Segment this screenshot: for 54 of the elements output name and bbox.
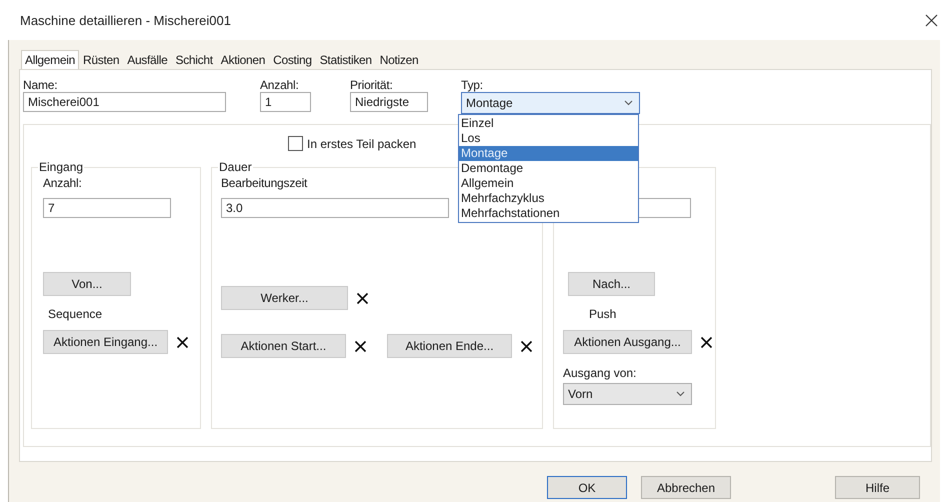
field-label: Name: — [23, 78, 58, 92]
tab[interactable]: Allgemein — [21, 50, 79, 69]
chevron-icon — [676, 391, 685, 397]
tab[interactable]: Statistiken — [316, 50, 376, 69]
field-label: Anzahl: — [260, 78, 299, 92]
field-label: Typ: — [461, 78, 483, 92]
dialog-button[interactable]: Abbrechen — [641, 476, 731, 499]
tab[interactable]: Ausfälle — [123, 50, 172, 69]
dropdown-option[interactable]: Mehrfachstationen — [459, 206, 638, 221]
dropdown-option[interactable]: Los — [459, 131, 638, 146]
from-button[interactable]: Von... — [43, 272, 131, 296]
dialog-button[interactable]: OK — [547, 476, 627, 499]
actions-button[interactable]: Aktionen Eingang... — [43, 330, 168, 354]
cross-icon[interactable] — [354, 340, 367, 352]
field-label: Priorität: — [350, 78, 393, 92]
tab[interactable]: Rüsten — [79, 50, 124, 69]
tab[interactable]: Notizen — [376, 50, 422, 69]
field-label: Bearbeitungszeit — [221, 176, 308, 190]
name-field[interactable]: Mischerei001 — [23, 92, 226, 112]
dropdown-option[interactable]: Demontage — [459, 161, 638, 176]
worker-button[interactable]: Werker... — [221, 286, 348, 310]
mode-label: Push — [589, 307, 616, 321]
cross-icon[interactable] — [356, 292, 369, 304]
close-icon[interactable] — [925, 14, 938, 26]
type-dropdown[interactable]: Montage — [461, 92, 640, 114]
to-button[interactable]: Nach... — [568, 272, 655, 296]
tab[interactable]: Aktionen — [216, 50, 270, 69]
field-label: Ausgang von: — [563, 366, 636, 380]
tab[interactable]: Costing — [269, 50, 316, 69]
dropdown-option[interactable]: Allgemein — [459, 176, 638, 191]
dropdown-option[interactable]: Mehrfachzyklus — [459, 191, 638, 206]
group-title: Dauer — [218, 160, 253, 174]
count-field[interactable]: 7 — [43, 198, 171, 218]
exit-dropdown[interactable]: Vorn — [563, 383, 692, 405]
actions-button[interactable]: Aktionen Ausgang... — [563, 330, 692, 354]
cross-icon[interactable] — [700, 336, 713, 348]
cross-icon[interactable] — [520, 340, 533, 352]
actions-button[interactable]: Aktionen Ende... — [387, 334, 512, 358]
mode-label: Sequence — [48, 307, 102, 321]
dialog-button[interactable]: Hilfe — [835, 476, 920, 499]
group-title: Eingang — [38, 160, 84, 174]
cross-icon[interactable] — [176, 336, 189, 348]
duration-field[interactable]: 3.0 — [221, 198, 449, 218]
chevron-icon — [624, 100, 633, 106]
priority-field[interactable]: Niedrigste — [350, 92, 428, 112]
window-title: Maschine detaillieren - Mischerei001 — [20, 12, 231, 28]
tab[interactable]: Schicht — [172, 50, 217, 69]
checkbox-label: In erstes Teil packen — [307, 136, 416, 150]
dropdown-option[interactable]: Montage — [459, 146, 638, 161]
checkbox[interactable] — [288, 136, 303, 151]
count-field[interactable]: 1 — [260, 92, 311, 112]
field-label: Anzahl: — [43, 176, 82, 190]
dropdown-option[interactable]: Einzel — [459, 116, 638, 131]
actions-button[interactable]: Aktionen Start... — [221, 334, 346, 358]
